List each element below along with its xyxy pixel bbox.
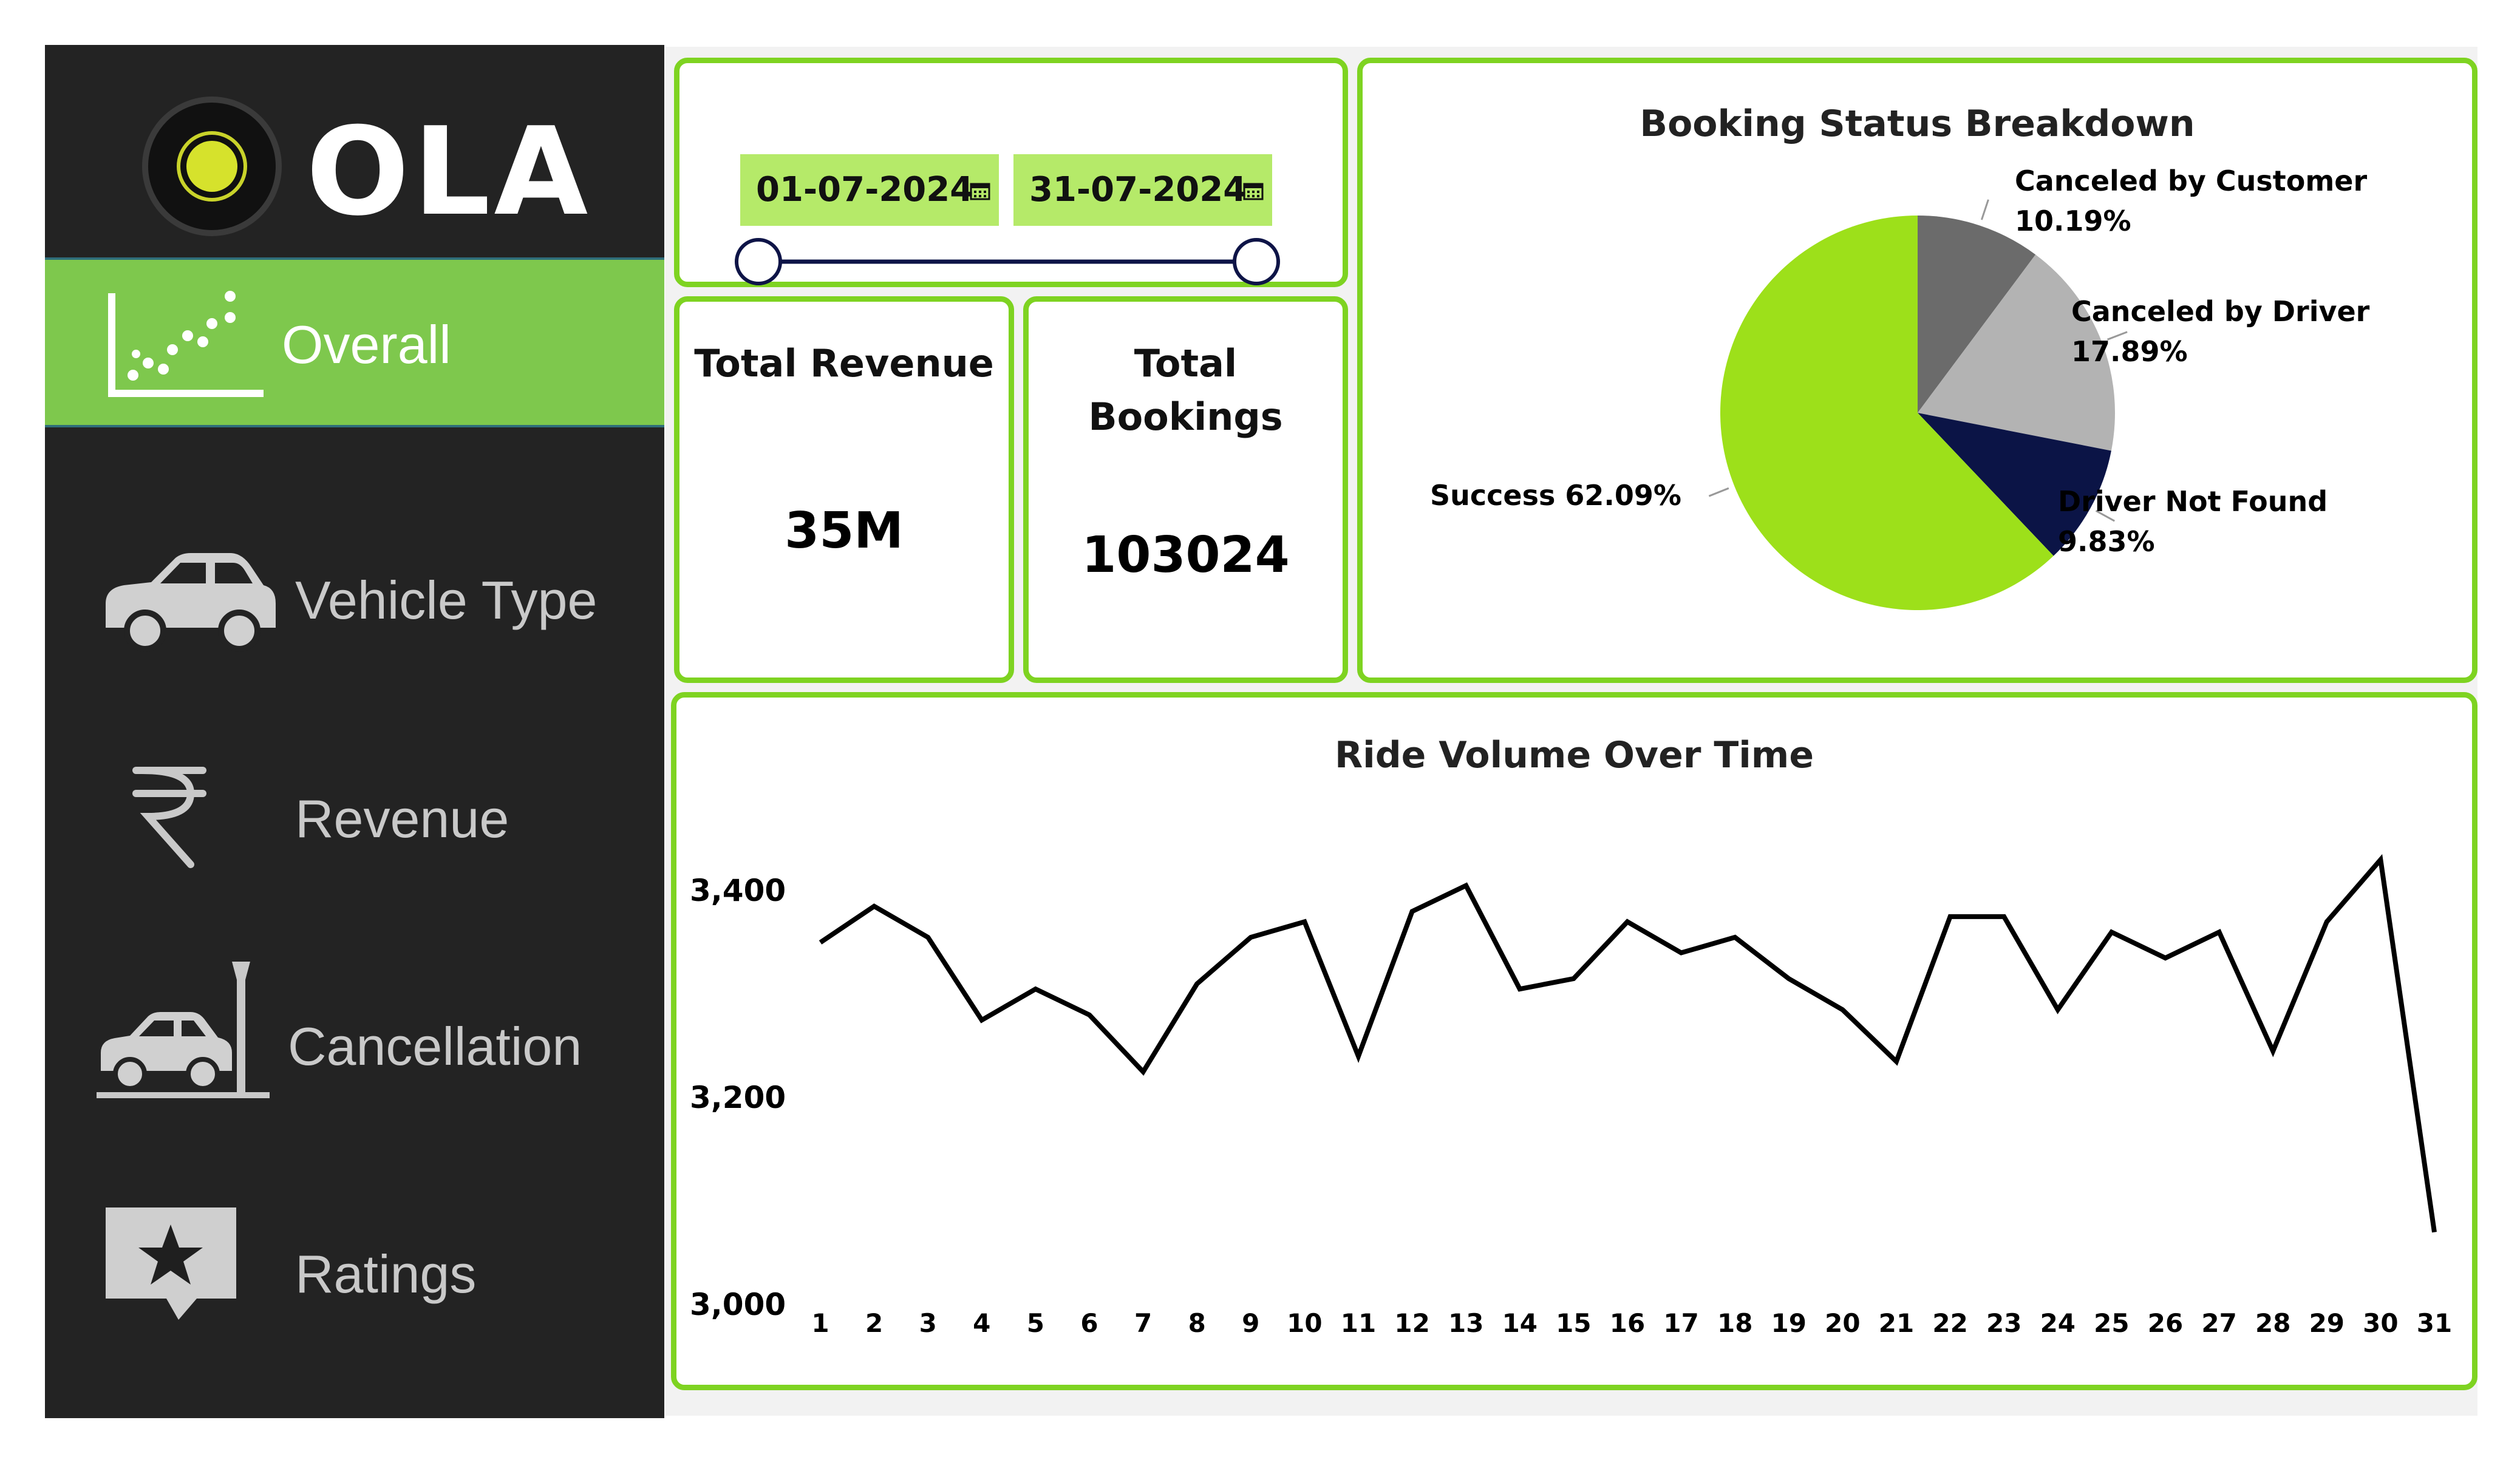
pie-leader-line	[1708, 487, 1729, 497]
x-tick-label: 14	[1502, 1308, 1538, 1338]
pie-label-name: Canceled by Customer	[2015, 165, 2367, 197]
x-tick-label: 25	[2094, 1308, 2129, 1338]
nav-item-revenue[interactable]: Revenue	[45, 734, 664, 904]
pie-leader-line	[1980, 199, 1989, 220]
x-tick-label: 1	[811, 1308, 829, 1338]
start-date-picker[interactable]: 01-07-2024	[740, 154, 999, 226]
total-revenue-value: 35M	[785, 502, 904, 560]
pie-label-success: Success 62.09%	[1430, 479, 1681, 512]
nav-label-ratings: Ratings	[295, 1244, 477, 1304]
x-tick-label: 20	[1825, 1308, 1860, 1338]
x-tick-label: 7	[1134, 1308, 1152, 1338]
slider-start-handle[interactable]	[735, 238, 782, 285]
ride-volume-line-chart: 3,0003,2003,4001 2 3 4 5 6 7 8 9 10 11 12 13 14 15 16 17…	[690, 854, 2452, 1338]
x-tick-label: 28	[2255, 1308, 2290, 1338]
x-tick-label: 2	[865, 1308, 883, 1338]
ola-logo[interactable]: OLA	[100, 69, 588, 251]
x-tick-label: 4	[973, 1308, 990, 1338]
car-icon	[106, 553, 276, 652]
x-tick-label: 16	[1610, 1308, 1645, 1338]
x-tick-label: 11	[1341, 1308, 1376, 1338]
x-tick-label: 21	[1879, 1308, 1914, 1338]
total-bookings-value: 103024	[1081, 526, 1290, 584]
total-revenue-title: Total Revenue	[694, 341, 994, 385]
x-tick-label: 31	[2417, 1308, 2452, 1338]
x-tick-label: 18	[1717, 1308, 1752, 1338]
total-revenue-card: Total Revenue 35M	[674, 296, 1014, 683]
date-filter-card: 01-07-2024 31-07-2024	[674, 58, 1348, 287]
star-review-icon	[106, 1207, 236, 1320]
x-tick-label: 27	[2201, 1308, 2236, 1338]
scatter-chart-icon	[108, 291, 264, 397]
x-tick-label: 22	[1932, 1308, 1967, 1338]
total-bookings-card: Total Bookings 103024	[1023, 296, 1348, 683]
pie-label-percent: 9.83%	[2058, 525, 2155, 558]
x-tick-label: 12	[1394, 1308, 1429, 1338]
total-bookings-title-line2: Bookings	[1088, 395, 1283, 439]
x-tick-label: 26	[2148, 1308, 2183, 1338]
x-tick-label: 24	[2040, 1308, 2076, 1338]
pie-label-percent: 10.19%	[2015, 205, 2131, 237]
car-crash-icon	[97, 962, 270, 1098]
slider-end-handle[interactable]	[1233, 238, 1280, 285]
x-tick-label: 8	[1188, 1308, 1206, 1338]
x-tick-label: 6	[1080, 1308, 1098, 1338]
date-range-slider[interactable]	[734, 236, 1281, 291]
x-tick-label: 30	[2363, 1308, 2398, 1338]
nav-item-cancellation[interactable]: Cancellation	[45, 962, 664, 1132]
x-tick-label: 15	[1556, 1308, 1591, 1338]
end-date-value: 31-07-2024	[1029, 170, 1247, 209]
nav-label-overall: Overall	[282, 314, 451, 375]
nav-label-revenue: Revenue	[295, 789, 509, 849]
nav-label-vehicle-type: Vehicle Type	[295, 570, 598, 630]
calendar-icon	[970, 183, 990, 200]
booking-status-card: Booking Status Breakdown Canceled by Cus…	[1357, 58, 2477, 683]
x-tick-label: 29	[2309, 1308, 2345, 1338]
x-tick-label: 19	[1771, 1308, 1807, 1338]
pie-label-percent: 17.89%	[2071, 335, 2188, 368]
nav-item-overall[interactable]: Overall	[45, 257, 664, 427]
pie-label-name: Driver Not Found	[2058, 485, 2328, 518]
booking-status-pie-chart: Canceled by Customer 10.19% Canceled by Dr…	[1430, 165, 2370, 610]
sidebar: OLA Overall Vehicle Type Revenue Cancell…	[45, 45, 664, 1418]
ride-volume-card: Ride Volume Over Time 3,000 3,200 3,400 1 2 3…	[671, 692, 2477, 1390]
ola-logo-dot-icon	[186, 141, 237, 192]
x-tick-label: 9	[1242, 1308, 1259, 1338]
logo-text: OLA	[306, 101, 592, 243]
y-tick-label: 3,200	[690, 1080, 786, 1115]
nav-label-cancellation: Cancellation	[288, 1016, 582, 1076]
x-tick-label: 17	[1663, 1308, 1698, 1338]
x-tick-label: 13	[1448, 1308, 1483, 1338]
calendar-icon	[1243, 183, 1264, 200]
x-tick-label: 5	[1027, 1308, 1044, 1338]
nav-item-vehicle-type[interactable]: Vehicle Type	[45, 515, 664, 685]
ride-volume-series-line	[819, 854, 2437, 1233]
x-tick-label: 23	[1986, 1308, 2021, 1338]
start-date-value: 01-07-2024	[756, 170, 974, 209]
y-tick-label: 3,400	[690, 873, 786, 908]
y-tick-label: 3,000	[690, 1287, 786, 1322]
pie-label-name: Canceled by Driver	[2071, 295, 2370, 328]
x-tick-label: 3	[919, 1308, 937, 1338]
end-date-picker[interactable]: 31-07-2024	[1013, 154, 1272, 226]
total-bookings-title-line1: Total	[1134, 341, 1238, 385]
nav-item-ratings[interactable]: Ratings	[45, 1189, 664, 1359]
x-tick-label: 10	[1287, 1308, 1322, 1338]
rupee-icon	[132, 767, 206, 868]
